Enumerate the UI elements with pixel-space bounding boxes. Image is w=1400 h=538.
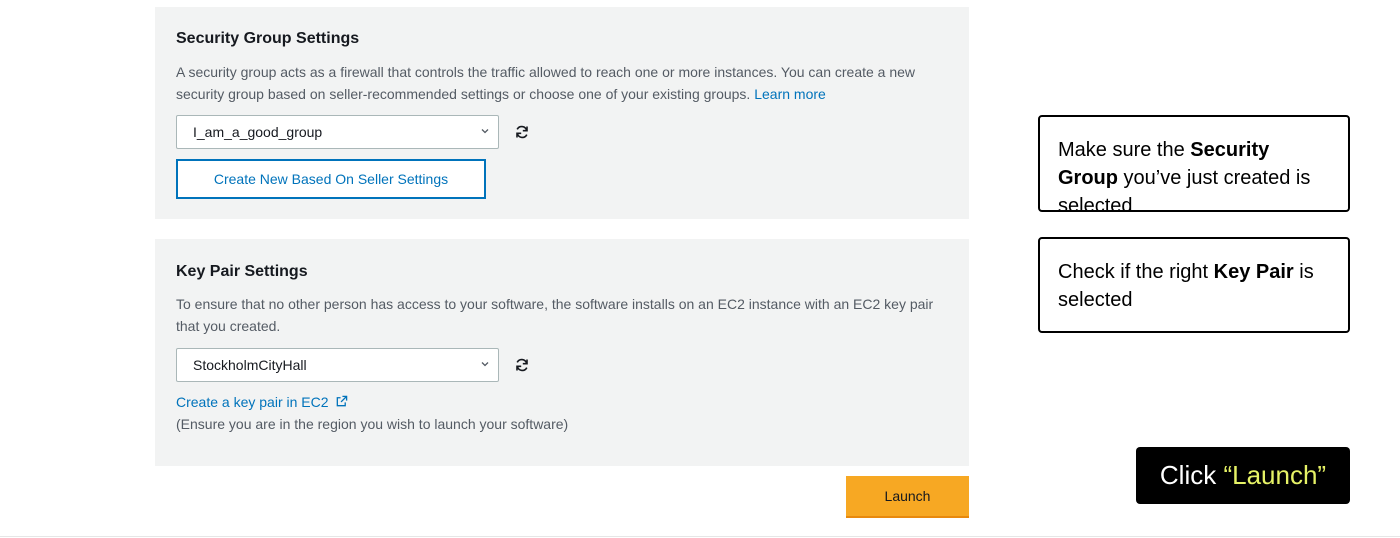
create-new-security-group-button[interactable]: Create New Based On Seller Settings <box>176 159 486 199</box>
launch-callout: Click “Launch” <box>1136 447 1350 504</box>
refresh-icon[interactable] <box>514 357 530 373</box>
key-pair-select[interactable]: StockholmCityHall <box>176 348 499 382</box>
callout-text: Check if the right <box>1058 261 1214 283</box>
create-key-pair-link[interactable]: Create a key pair in EC2 <box>176 394 348 410</box>
key-pair-title: Key Pair Settings <box>176 263 308 280</box>
divider <box>0 536 1400 537</box>
security-group-title: Security Group Settings <box>176 30 360 47</box>
learn-more-link[interactable]: Learn more <box>754 86 826 102</box>
chevron-down-icon <box>481 362 489 367</box>
callout-bold-text: Key Pair <box>1213 261 1294 283</box>
region-note: (Ensure you are in the region you wish t… <box>176 416 569 432</box>
security-group-panel: Security Group Settings A security group… <box>155 7 969 219</box>
security-group-select[interactable]: I_am_a_good_group <box>176 115 499 149</box>
external-link-icon <box>337 395 348 407</box>
callout-text: Click <box>1159 460 1217 490</box>
chevron-down-icon <box>481 129 489 134</box>
create-key-pair-link-label: Create a key pair in EC2 <box>176 394 329 410</box>
security-group-description: A security group acts as a firewall that… <box>176 61 956 105</box>
key-pair-selected-value: StockholmCityHall <box>193 357 307 373</box>
launch-button[interactable]: Launch <box>846 476 969 518</box>
key-pair-description: To ensure that no other person has acces… <box>176 296 934 334</box>
key-pair-callout: Check if the right Key Pair is selected <box>1038 237 1350 333</box>
key-pair-panel: Key Pair Settings To ensure that no othe… <box>155 239 969 466</box>
refresh-icon[interactable] <box>514 124 530 140</box>
security-group-callout: Make sure the Security Group you’ve just… <box>1038 115 1350 217</box>
callout-highlight-text: “Launch” <box>1223 460 1327 490</box>
callout-text: Make sure the <box>1058 139 1191 161</box>
security-group-selected-value: I_am_a_good_group <box>193 124 323 140</box>
